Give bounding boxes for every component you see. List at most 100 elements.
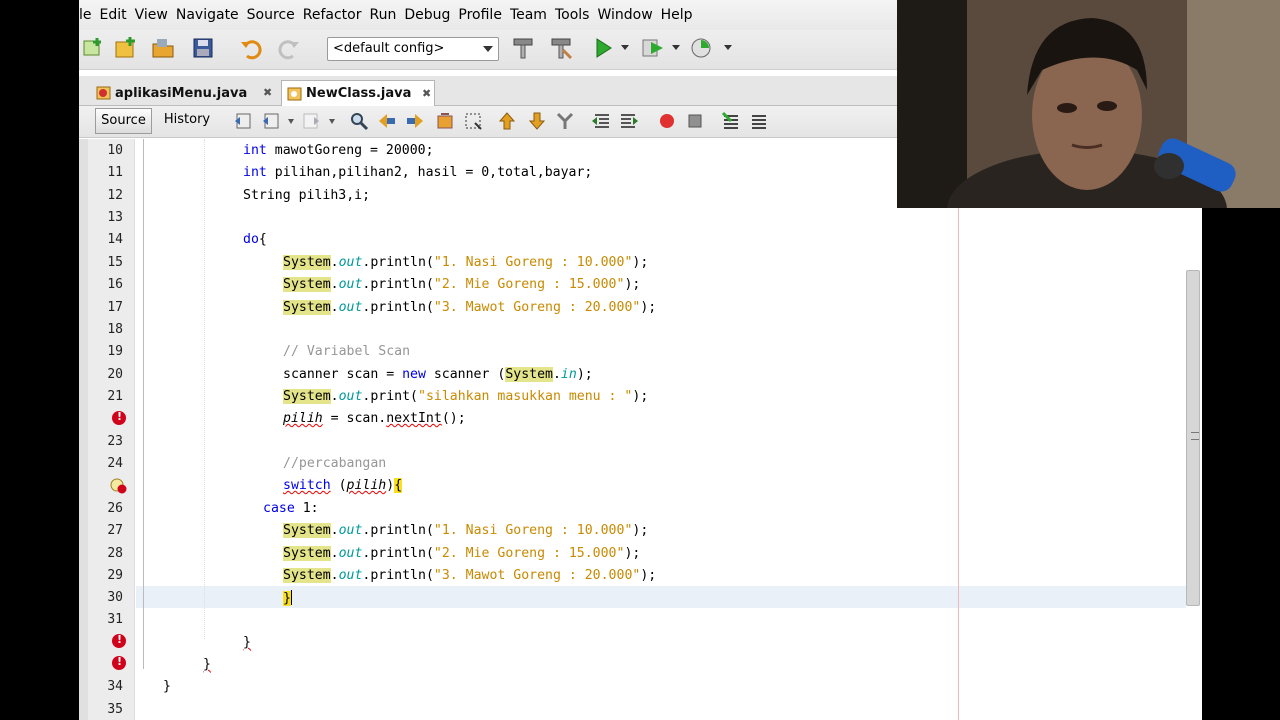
forward-icon[interactable] [301,111,321,131]
error-hint-icon[interactable] [110,478,128,494]
menu-tools[interactable]: Tools [551,7,594,23]
run-dropdown-icon[interactable] [621,45,629,50]
clean-build-icon[interactable] [549,36,573,60]
fold-guide [143,139,144,669]
code-editor[interactable] [136,139,1186,720]
line-number: 15 [107,255,123,270]
code-line: case 1: [263,501,319,516]
menu-run[interactable]: Run [366,7,401,23]
menu-team[interactable]: Team [506,7,551,23]
code-line: int pilihan,pilihan2, hasil = 0,total,ba… [243,165,593,180]
new-project-icon[interactable] [81,36,105,60]
line-number: 19 [107,344,123,359]
shift-right-icon[interactable] [619,111,639,131]
redo-icon[interactable] [277,36,301,60]
line-number: 21 [107,389,123,404]
line-number: 28 [107,546,123,561]
comment-icon[interactable] [721,111,741,131]
undo-icon[interactable] [239,36,263,60]
code-line: System.out.println("3. Mawot Goreng : 20… [283,300,657,315]
code-line: System.out.println("1. Nasi Goreng : 10.… [283,523,649,538]
debug-icon[interactable] [641,36,665,60]
profile-dropdown-icon[interactable] [724,45,732,50]
find-next-icon[interactable] [405,111,425,131]
save-all-icon[interactable] [191,36,215,60]
line-number: 29 [107,568,123,583]
toggle-rectangular-selection-icon[interactable] [463,111,483,131]
menu-view[interactable]: View [131,7,172,23]
line-number: 16 [107,277,123,292]
back-dropdown-icon[interactable] [288,119,294,124]
run-icon[interactable] [591,36,615,60]
source-view-button[interactable]: Source [95,108,152,134]
configuration-select[interactable]: <default config> [327,37,499,61]
java-file-icon [287,87,302,101]
menu-window[interactable]: Window [593,7,656,23]
shift-left-icon[interactable] [591,111,611,131]
right-margin-line [958,139,959,720]
find-icon[interactable] [349,111,369,131]
debug-dropdown-icon[interactable] [672,45,680,50]
line-number: 30 [107,590,123,605]
open-project-icon[interactable] [151,36,175,60]
code-line: int mawotGoreng = 20000; [243,143,434,158]
menu-navigate[interactable]: Navigate [172,7,243,23]
next-bookmark-icon[interactable] [527,111,547,131]
configuration-select-value: <default config> [333,41,445,56]
previous-bookmark-icon[interactable] [497,111,517,131]
find-previous-icon[interactable] [377,111,397,131]
new-file-icon[interactable] [113,36,137,60]
toggle-bookmark-icon[interactable] [555,111,575,131]
line-number: 12 [107,188,123,203]
menu-edit[interactable]: Edit [96,7,131,23]
code-line: System.out.println("2. Mie Goreng : 15.0… [283,546,641,561]
profile-icon[interactable] [689,36,713,60]
history-view-button[interactable]: History [159,108,215,134]
error-icon[interactable] [112,655,126,670]
current-line-highlight [136,586,1186,608]
indent-guide [204,139,205,639]
code-line: do{ [243,232,267,247]
line-number: 11 [107,165,123,180]
uncomment-icon[interactable] [749,111,769,131]
close-icon[interactable]: ✖ [263,86,272,99]
code-line: } [163,679,171,694]
last-edit-icon[interactable] [233,111,253,131]
line-number: 35 [107,702,123,717]
start-macro-recording-icon[interactable] [657,111,677,131]
code-line: String pilih3,i; [243,188,371,203]
line-number: 13 [107,210,123,225]
code-comment: //percabangan [283,456,387,471]
scrollbar-grip-icon [1191,432,1199,440]
error-icon[interactable] [112,633,126,648]
code-line: System.out.println("1. Nasi Goreng : 10.… [283,255,649,270]
menu-source[interactable]: Source [243,7,299,23]
line-number: 23 [107,434,123,449]
text-cursor [290,590,292,605]
line-number: 20 [107,367,123,382]
code-line: pilih = scan.nextInt(); [283,411,466,426]
back-icon[interactable] [261,111,281,131]
code-line: } [243,635,251,650]
toggle-highlight-icon[interactable] [435,111,455,131]
tab-label: NewClass.java [306,86,412,101]
close-icon[interactable]: ✖ [422,87,431,100]
menu-help[interactable]: Help [657,7,697,23]
error-icon[interactable] [112,410,126,425]
menu-debug[interactable]: Debug [400,7,454,23]
menu-refactor[interactable]: Refactor [299,7,366,23]
background-black-area [1202,208,1280,720]
keyword-token: int [243,165,267,180]
forward-dropdown-icon[interactable] [329,119,335,124]
stop-macro-recording-icon[interactable] [685,111,705,131]
build-icon[interactable] [511,36,535,60]
menu-file[interactable]: le [79,7,96,23]
tab-aplikasimenu-java[interactable]: aplikasiMenu.java ✖ [91,80,279,106]
line-number: 27 [107,523,123,538]
tab-newclass-java[interactable]: NewClass.java ✖ [281,80,435,106]
line-number: 31 [107,612,123,627]
menu-profile[interactable]: Profile [454,7,506,23]
webcam-person-image [897,0,1280,208]
line-number: 26 [107,501,123,516]
keyword-token: int [243,143,267,158]
